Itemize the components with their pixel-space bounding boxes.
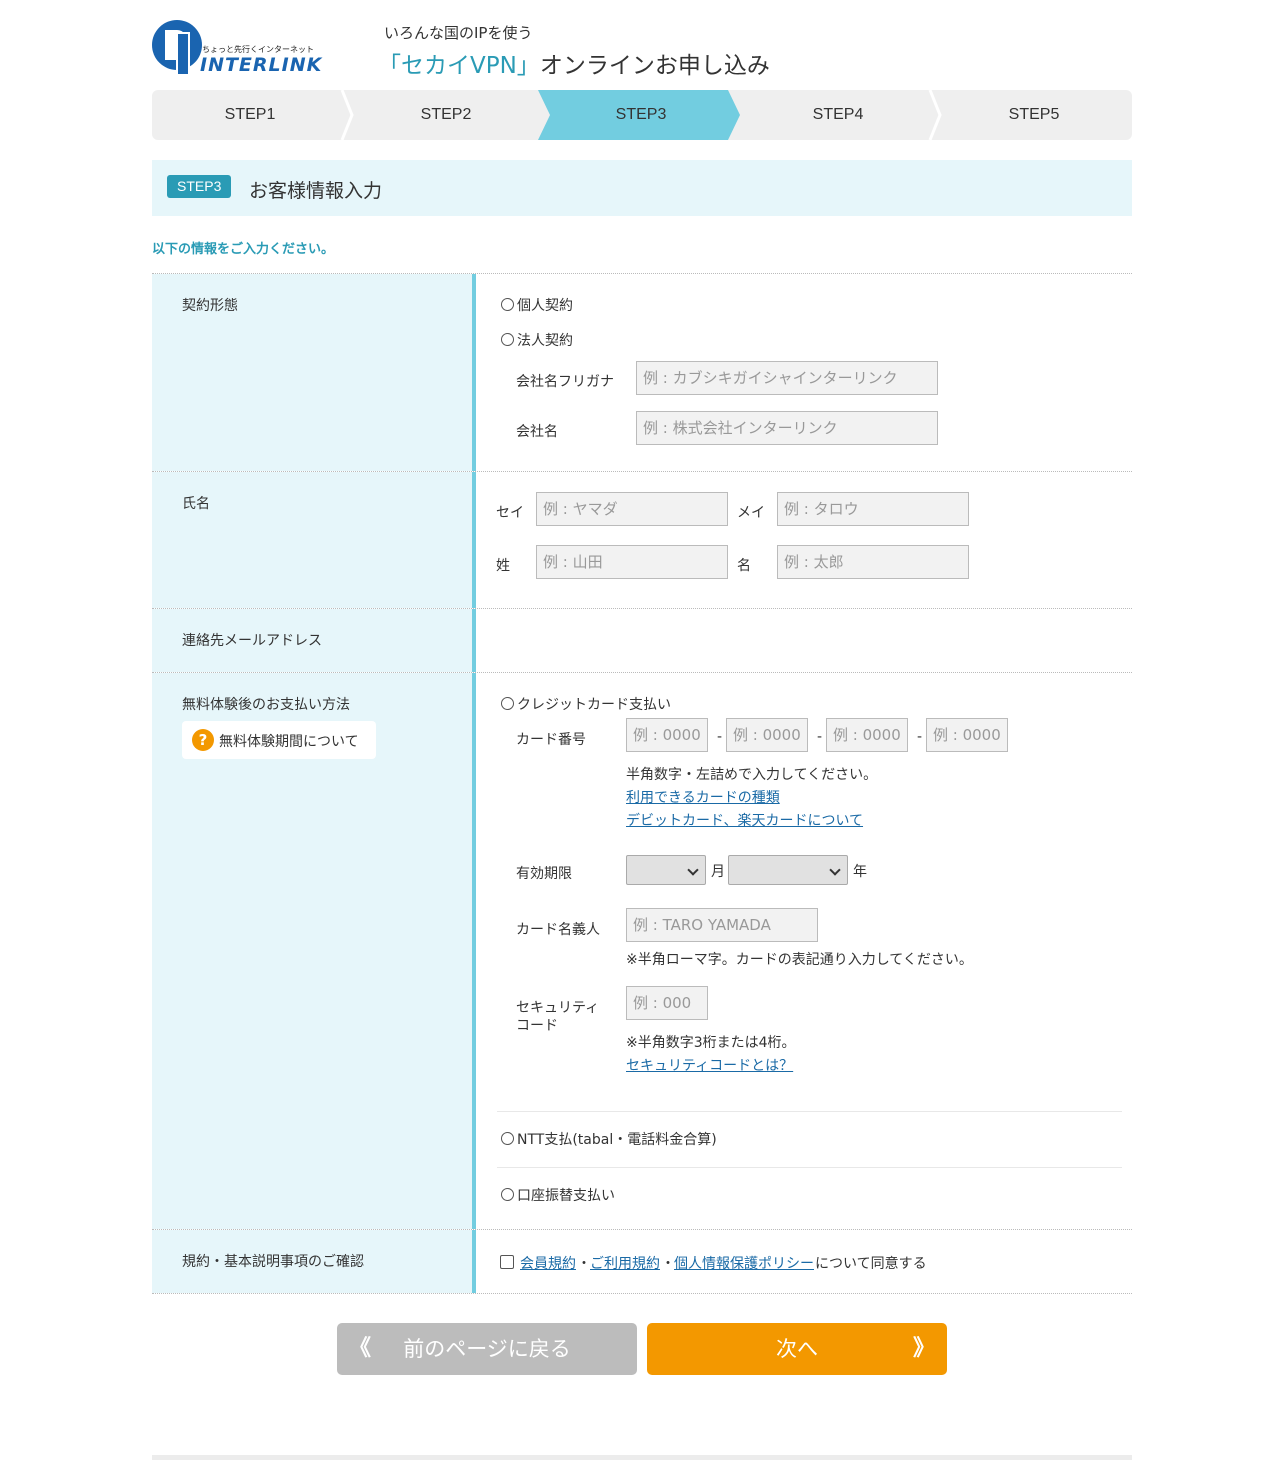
title-rest: オンラインお申し込み <box>539 53 770 79</box>
back-button[interactable]: 《 前のページに戻る <box>337 1323 637 1375</box>
label-email: 連絡先メールアドレス <box>182 633 322 649</box>
label-company-kana: 会社名フリガナ <box>516 374 614 390</box>
label-security-1: セキュリティ <box>516 1000 600 1016</box>
label-card-number: カード番号 <box>516 732 586 748</box>
help-text: 無料体験期間について <box>219 734 359 750</box>
step-badge: STEP3 <box>167 175 232 198</box>
radio-personal[interactable] <box>501 298 514 311</box>
row-email: 連絡先メールアドレス <box>152 609 1132 673</box>
label-sei: 姓 <box>496 558 510 574</box>
member-terms-link[interactable]: 会員規約 <box>520 1253 576 1273</box>
back-arrow-icon: 《 <box>349 1336 372 1361</box>
label-payment: 無料体験後のお支払い方法 <box>182 697 350 713</box>
radio-credit-card[interactable] <box>501 697 514 710</box>
section-title: お客様情報入力 <box>249 180 383 202</box>
agree-text: について同意する <box>815 1256 927 1272</box>
label-company: 会社名 <box>516 424 558 440</box>
company-kana-input[interactable]: 例 : カブシキガイシャインターリンク <box>636 361 938 395</box>
card-types-link[interactable]: 利用できるカードの種類 <box>626 787 780 807</box>
page-title: 「セカイVPN」オンラインお申し込み <box>378 46 770 80</box>
sei-input[interactable]: 例 : 山田 <box>536 545 728 579</box>
radio-ntt[interactable] <box>501 1132 514 1145</box>
expiry-year-select[interactable] <box>728 855 848 885</box>
row-payment: 無料体験後のお支払い方法 ? 無料体験期間について クレジットカード支払い カー… <box>152 673 1132 1230</box>
step-4: STEP4 <box>812 106 864 123</box>
step-1: STEP1 <box>224 106 276 123</box>
expiry-month-select[interactable] <box>626 855 706 885</box>
section-header: STEP3 お客様情報入力 <box>152 160 1132 216</box>
question-icon: ? <box>192 729 214 751</box>
privacy-policy-link[interactable]: 個人情報保護ポリシー <box>674 1253 814 1273</box>
card-number-1[interactable]: 例 : 0000 <box>626 718 708 752</box>
step-3-active: STEP3 <box>538 90 740 140</box>
holder-note: ※半角ローマ字。カードの表記通り入力してください。 <box>626 952 973 968</box>
usage-terms-link[interactable]: ご利用規約 <box>590 1253 660 1273</box>
card-holder-input[interactable]: 例 : TARO YAMADA <box>626 908 818 942</box>
debit-card-link[interactable]: デビットカード、楽天カードについて <box>626 810 863 830</box>
step-2: STEP2 <box>420 106 472 123</box>
radio-bank-transfer[interactable] <box>501 1188 514 1201</box>
row-terms: 規約・基本説明事項のご確認 会員規約 ・ ご利用規約 ・ 個人情報保護ポリシー … <box>152 1230 1132 1294</box>
label-personal: 個人契約 <box>517 298 573 314</box>
label-security-2: コード <box>516 1018 558 1034</box>
label-card-holder: カード名義人 <box>516 922 600 938</box>
label-sei-kana: セイ <box>496 505 524 521</box>
card-number-2[interactable]: 例 : 0000 <box>726 718 808 752</box>
label-expiry: 有効期限 <box>516 866 572 882</box>
intro-text: 以下の情報をご入力ください。 <box>152 242 335 257</box>
sei-kana-input[interactable]: 例 : ヤマダ <box>536 492 728 526</box>
security-code-input[interactable]: 例 : 000 <box>626 986 708 1020</box>
card-note: 半角数字・左詰めで入力してください。 <box>626 767 878 783</box>
agree-checkbox[interactable] <box>500 1255 514 1269</box>
mei-input[interactable]: 例 : 太郎 <box>777 545 969 579</box>
logo-wordmark: INTERLINK <box>200 54 323 76</box>
row-contract-type: 契約形態 個人契約 法人契約 会社名フリガナ 例 : カブシキガイシャインターリ… <box>152 274 1132 472</box>
card-number-4[interactable]: 例 : 0000 <box>926 718 1008 752</box>
label-terms: 規約・基本説明事項のご確認 <box>182 1254 364 1270</box>
footer-divider <box>152 1455 1132 1460</box>
label-bank-transfer: 口座振替支払い <box>517 1188 615 1204</box>
card-number-3[interactable]: 例 : 0000 <box>826 718 908 752</box>
title-accent: 「セカイVPN」 <box>378 53 540 79</box>
mei-kana-input[interactable]: 例 : タロウ <box>777 492 969 526</box>
label-ntt: NTT支払(tabal・電話料金合算) <box>517 1132 717 1148</box>
label-contract-type: 契約形態 <box>182 298 238 314</box>
next-button[interactable]: 次へ 》 <box>647 1323 947 1375</box>
next-arrow-icon: 》 <box>912 1336 935 1361</box>
customer-form: 契約形態 個人契約 法人契約 会社名フリガナ 例 : カブシキガイシャインターリ… <box>152 273 1132 1294</box>
radio-corporate[interactable] <box>501 333 514 346</box>
security-note: ※半角数字3桁または4桁。 <box>626 1035 796 1051</box>
label-corporate: 法人契約 <box>517 333 573 349</box>
label-name: 氏名 <box>182 496 210 512</box>
step-progress: STEP1 STEP2 STEP3 STEP4 STEP5 <box>152 90 1132 140</box>
security-code-link[interactable]: セキュリティコードとは？ <box>626 1055 793 1075</box>
step-5: STEP5 <box>1008 106 1060 123</box>
company-name-input[interactable]: 例 : 株式会社インターリンク <box>636 411 938 445</box>
label-mei: 名 <box>737 558 751 574</box>
label-mei-kana: メイ <box>737 505 765 521</box>
row-name: 氏名 セイ 例 : ヤマダ メイ 例 : タロウ 姓 例 : 山田 名 例 : … <box>152 472 1132 609</box>
label-credit-card: クレジットカード支払い <box>517 697 671 713</box>
page-subtitle: いろんな国のIPを使う <box>384 24 533 42</box>
interlink-logo[interactable]: ちょっと先行くインターネット INTERLINK <box>152 18 357 76</box>
free-trial-help[interactable]: ? 無料体験期間について <box>182 721 376 759</box>
